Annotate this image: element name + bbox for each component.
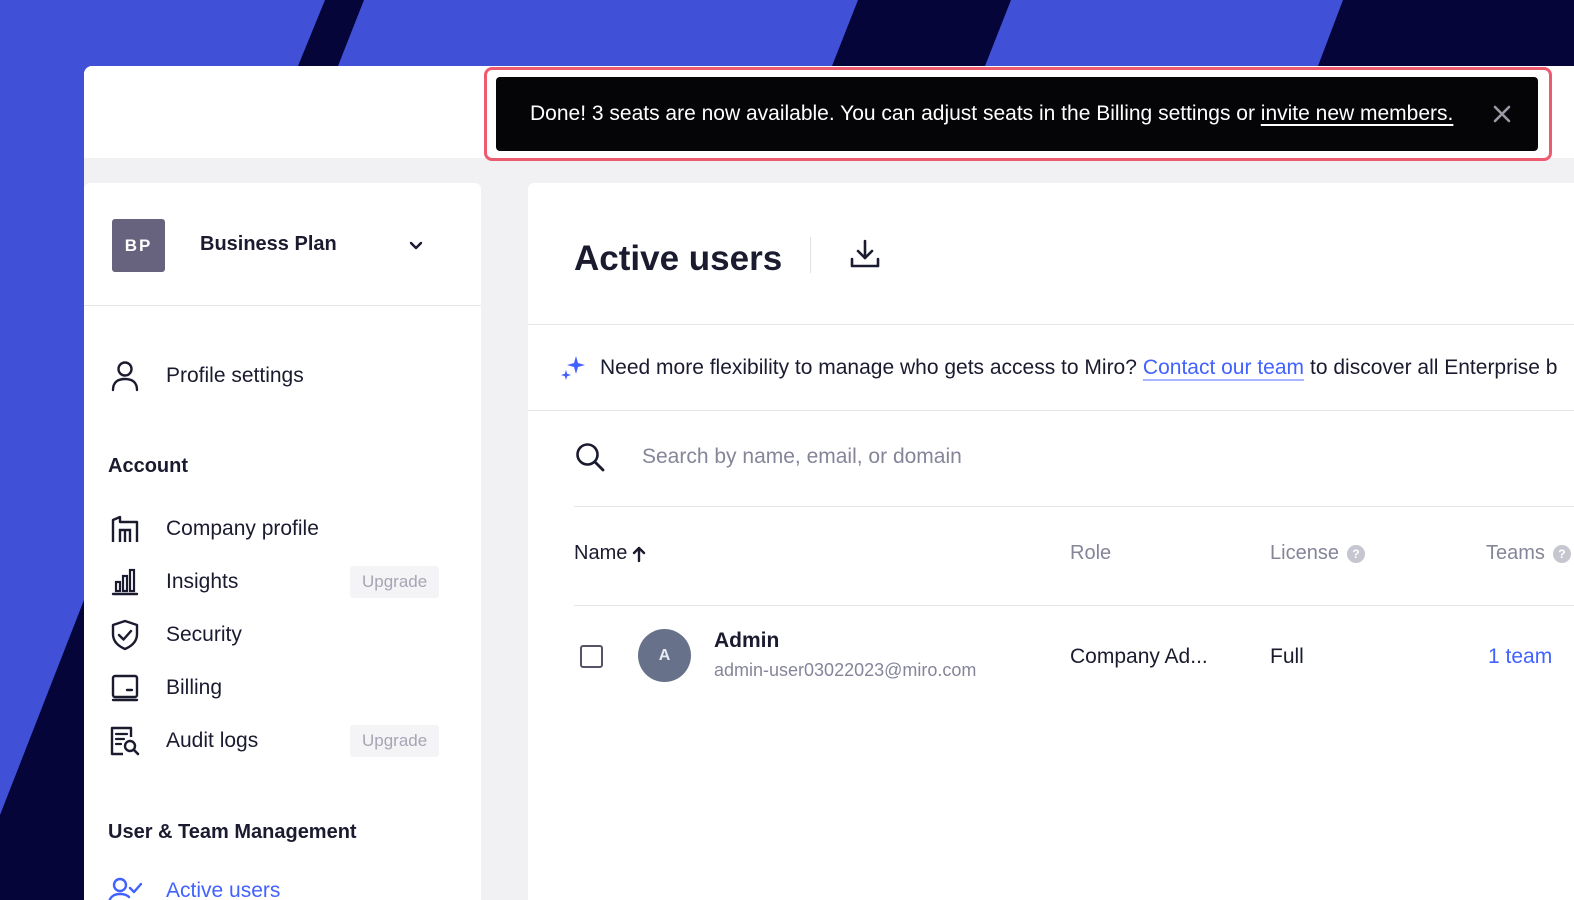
search-row xyxy=(528,411,1574,507)
table-header-divider xyxy=(574,605,1574,606)
teams-link[interactable]: 1 team xyxy=(1488,645,1552,669)
column-header-license[interactable]: License ? xyxy=(1270,542,1365,565)
upgrade-badge[interactable]: Upgrade xyxy=(350,725,440,757)
main-panel: Active users Need more flexibility to ma… xyxy=(528,183,1574,900)
plan-switcher[interactable]: BP Business Plan xyxy=(84,183,481,306)
chevron-down-icon[interactable] xyxy=(406,235,426,255)
help-icon[interactable]: ? xyxy=(1346,544,1365,563)
bar-chart-icon xyxy=(108,565,142,599)
sidebar-item-label: Insights xyxy=(166,570,239,593)
download-icon[interactable] xyxy=(848,237,882,271)
sidebar-item-label: Company profile xyxy=(166,517,319,540)
table-row[interactable]: A Admin admin-user03022023@miro.com Comp… xyxy=(528,607,1574,707)
title-divider xyxy=(810,237,811,273)
promo-text: Need more flexibility to manage who gets… xyxy=(600,355,1137,379)
sidebar-item-audit-logs[interactable]: Audit logs Upgrade xyxy=(108,721,448,761)
license-value[interactable]: Full xyxy=(1270,645,1304,669)
toast-message: Done! 3 seats are now available. You can… xyxy=(530,102,1255,125)
toast-close-button[interactable] xyxy=(1488,100,1516,128)
avatar: A xyxy=(638,629,691,682)
active-users-icon xyxy=(108,874,142,900)
section-title-user-team-management: User & Team Management xyxy=(108,821,357,843)
search-input[interactable] xyxy=(642,437,1342,477)
upgrade-badge[interactable]: Upgrade xyxy=(350,566,440,598)
table-header: Name Role License ? Teams ? xyxy=(528,506,1574,606)
billing-icon xyxy=(108,671,142,705)
toast-message-container: Done! 3 seats are now available. You can… xyxy=(530,102,1488,126)
promo-text-after: to discover all Enterprise b xyxy=(1310,355,1558,379)
sidebar: BP Business Plan Profile settings Accoun… xyxy=(84,183,481,900)
arrow-up-icon xyxy=(633,546,646,562)
column-header-role[interactable]: Role xyxy=(1070,542,1111,565)
sidebar-item-label: Active users xyxy=(166,879,281,900)
toast-notification: Done! 3 seats are now available. You can… xyxy=(496,77,1538,151)
sidebar-item-billing[interactable]: Billing xyxy=(108,668,448,708)
search-icon xyxy=(576,443,605,472)
sidebar-item-label: Audit logs xyxy=(166,729,259,752)
user-email: admin-user03022023@miro.com xyxy=(714,660,977,680)
enterprise-promo-banner: Need more flexibility to manage who gets… xyxy=(528,325,1574,411)
user-icon xyxy=(108,359,142,393)
sidebar-item-security[interactable]: Security xyxy=(108,615,448,655)
column-header-label: Teams xyxy=(1486,542,1545,564)
audit-log-icon xyxy=(108,724,142,758)
plan-name: Business Plan xyxy=(200,233,337,255)
user-name: Admin xyxy=(714,629,780,652)
column-header-label: License xyxy=(1270,542,1339,564)
column-header-name[interactable]: Name xyxy=(574,542,647,565)
help-icon[interactable]: ? xyxy=(1552,544,1571,563)
sparkle-icon xyxy=(561,355,585,380)
main-header: Active users xyxy=(528,183,1574,325)
row-checkbox[interactable] xyxy=(580,645,603,668)
sidebar-item-profile-settings[interactable]: Profile settings xyxy=(108,356,448,396)
contact-team-link[interactable]: Contact our team xyxy=(1143,356,1304,380)
sidebar-item-label: Profile settings xyxy=(166,364,304,387)
section-title-account: Account xyxy=(108,455,188,477)
shield-check-icon xyxy=(108,618,142,652)
column-header-label: Role xyxy=(1070,542,1112,564)
close-icon xyxy=(1493,105,1511,123)
column-header-label: Name xyxy=(574,542,628,564)
page-title: Active users xyxy=(574,239,783,278)
plan-avatar: BP xyxy=(112,219,165,272)
column-header-teams[interactable]: Teams ? xyxy=(1486,542,1571,565)
role-select[interactable]: Company Ad... xyxy=(1070,645,1208,669)
sidebar-item-insights[interactable]: Insights Upgrade xyxy=(108,562,448,602)
sidebar-item-active-users[interactable]: Active users xyxy=(108,871,448,900)
sidebar-item-label: Billing xyxy=(166,676,223,699)
sidebar-item-company-profile[interactable]: Company profile xyxy=(108,509,448,549)
sidebar-item-label: Security xyxy=(166,623,242,646)
invite-members-link[interactable]: invite new members. xyxy=(1261,102,1454,125)
building-icon xyxy=(108,512,142,546)
